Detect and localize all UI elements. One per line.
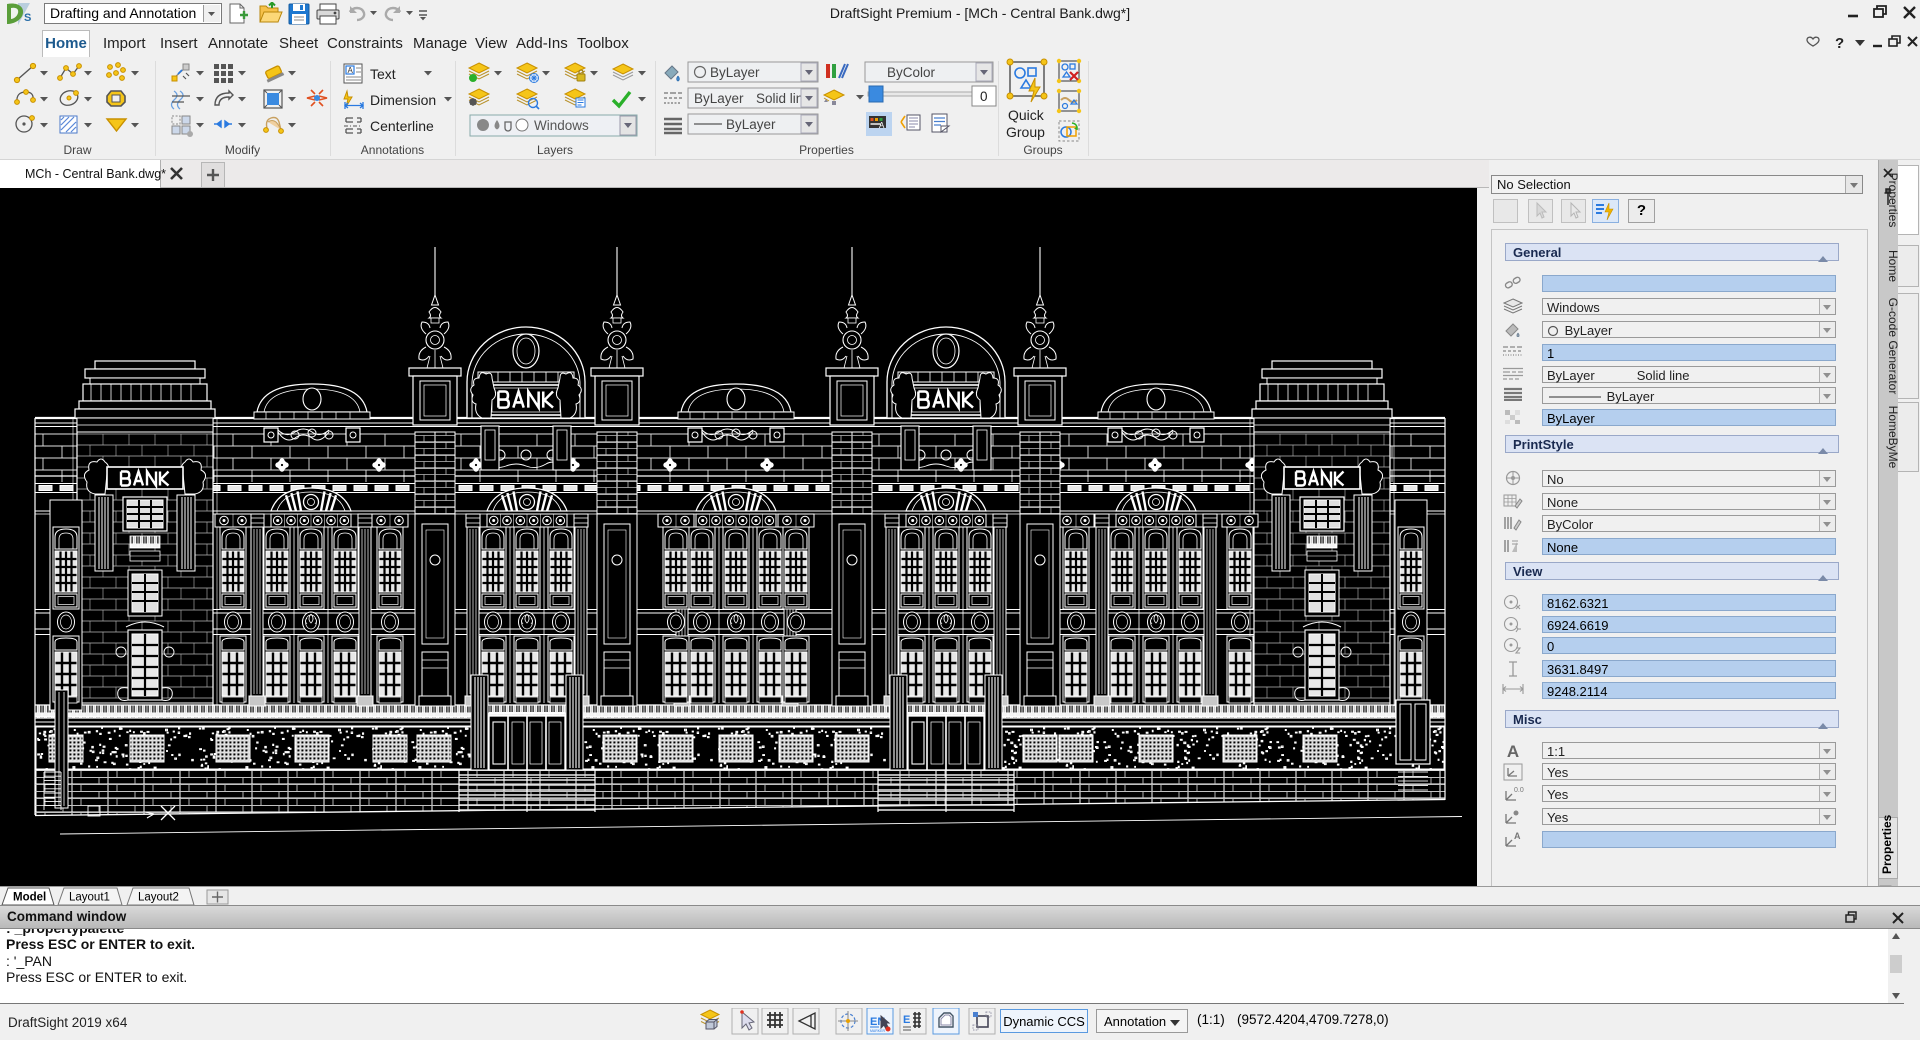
svg-text:Group: Group [1006, 124, 1045, 140]
svg-text:Layout1: Layout1 [69, 892, 110, 904]
svg-text:Windows: Windows [534, 118, 589, 133]
svg-text:E: E [903, 1014, 910, 1026]
svg-text:ByLayer: ByLayer [710, 65, 760, 80]
svg-text:A: A [879, 121, 885, 130]
svg-text:0.0: 0.0 [1514, 787, 1524, 794]
svg-text:ByLayer: ByLayer [694, 91, 744, 106]
svg-text:?: ? [1835, 35, 1844, 52]
svg-text:Quick: Quick [1008, 107, 1045, 123]
svg-text:Dimension: Dimension [370, 92, 436, 108]
svg-text:Text: Text [370, 66, 396, 82]
svg-text:ByColor: ByColor [887, 65, 936, 80]
svg-text:MARKER: MARKER [870, 1029, 885, 1033]
svg-text:A: A [1514, 831, 1521, 841]
svg-text:Model: Model [13, 892, 46, 904]
svg-text:A: A [348, 66, 354, 75]
svg-text:0: 0 [980, 89, 988, 104]
svg-text:Layout2: Layout2 [138, 892, 179, 904]
svg-text:ByLayer: ByLayer [726, 117, 776, 132]
svg-text:Centerline: Centerline [370, 118, 434, 134]
svg-text:S: S [24, 12, 31, 24]
